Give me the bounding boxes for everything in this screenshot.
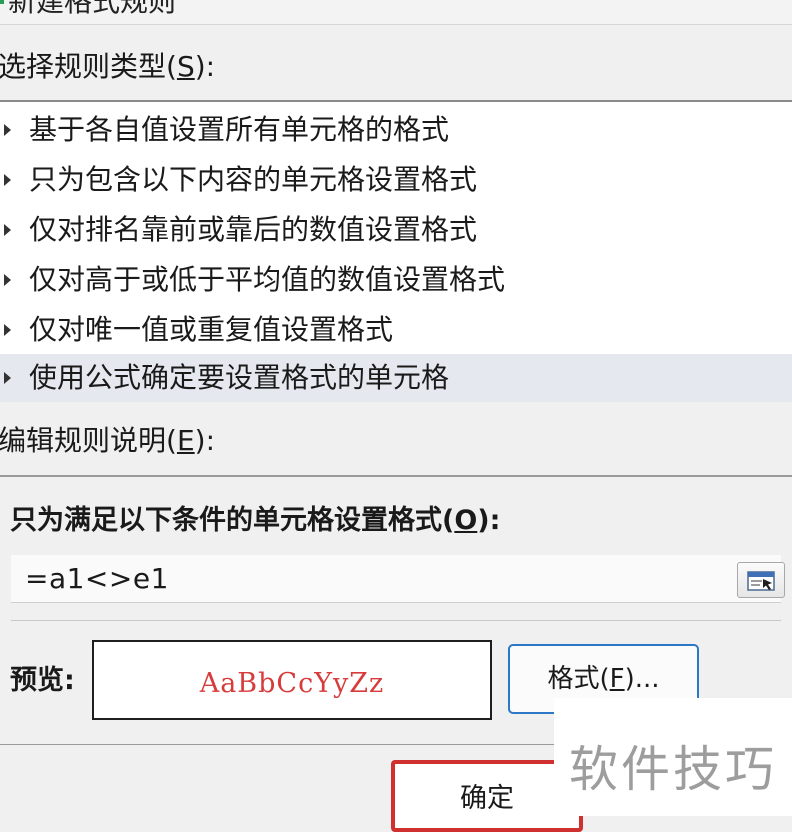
rule-type-item-label: 使用公式确定要设置格式的单元格 [29, 361, 450, 394]
preview-sample-text: AaBbCcYyZz [199, 668, 385, 699]
watermark: 软件技巧 [554, 698, 792, 816]
rule-type-item-label: 仅对唯一值或重复值设置格式 [29, 313, 394, 346]
formula-input[interactable]: =a1<>e1 [11, 555, 785, 603]
watermark-text: 软件技巧 [568, 741, 777, 798]
ok-button-label: 确定 [460, 783, 514, 814]
triangle-right-icon [4, 174, 11, 186]
section-divider [11, 620, 781, 621]
rule-type-item-label: 基于各自值设置所有单元格的格式 [29, 113, 450, 146]
format-button-label: 格式(F)... [547, 664, 660, 694]
rule-type-item-label: 只为包含以下内容的单元格设置格式 [29, 163, 478, 196]
rule-type-item-selected[interactable]: 使用公式确定要设置格式的单元格 [0, 354, 792, 402]
rule-type-item-label: 仅对高于或低于平均值的数值设置格式 [29, 263, 506, 296]
rule-type-item-label: 仅对排名靠前或靠后的数值设置格式 [29, 213, 478, 246]
dialog-title-icon [0, 0, 4, 4]
condition-label: 只为满足以下条件的单元格设置格式(O): [10, 505, 501, 536]
rule-type-list[interactable]: 基于各自值设置所有单元格的格式 只为包含以下内容的单元格设置格式 仅对排名靠前或… [0, 100, 792, 402]
triangle-right-icon [4, 324, 11, 336]
preview-label: 预览: [10, 665, 75, 696]
formula-value[interactable]: =a1<>e1 [25, 562, 169, 596]
rule-type-item[interactable]: 只为包含以下内容的单元格设置格式 [0, 156, 792, 204]
triangle-right-icon [4, 224, 11, 236]
triangle-right-icon [4, 274, 11, 286]
triangle-right-icon [4, 124, 11, 136]
edit-rule-label: 编辑规则说明(E): [0, 424, 215, 457]
triangle-right-icon [4, 372, 11, 384]
rule-type-item[interactable]: 基于各自值设置所有单元格的格式 [0, 106, 792, 154]
rule-type-item[interactable]: 仅对高于或低于平均值的数值设置格式 [0, 256, 792, 304]
collapse-dialog-button[interactable] [737, 562, 785, 598]
dialog-title: 新建格式规则 [8, 0, 177, 18]
rule-type-item[interactable]: 仅对排名靠前或靠后的数值设置格式 [0, 206, 792, 254]
format-preview-box: AaBbCcYyZz [92, 640, 492, 720]
rule-type-label: 选择规则类型(S): [0, 50, 216, 83]
dialog-title-bar: 新建格式规则 [0, 0, 792, 25]
collapse-dialog-icon [747, 571, 775, 591]
rule-type-item[interactable]: 仅对唯一值或重复值设置格式 [0, 306, 792, 354]
